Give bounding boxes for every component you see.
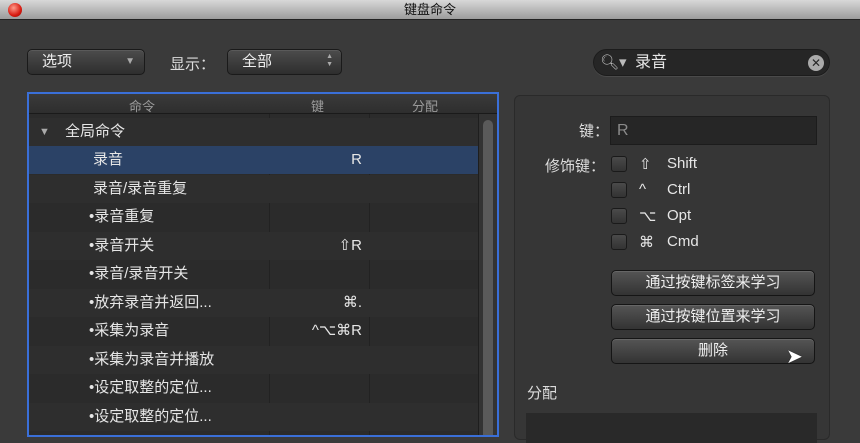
column-header-key[interactable]: 键 — [311, 96, 324, 115]
command-cell: •录音开关 — [89, 236, 155, 254]
modifier-symbol: ⌥ — [639, 208, 657, 225]
modifier-symbol: ⌘ — [639, 234, 654, 251]
search-input[interactable]: 录音 — [635, 50, 667, 75]
key-cell: R — [351, 151, 362, 168]
stepper-arrows-icon: ▲ ▼ — [326, 53, 333, 68]
scrollbar-thumb[interactable] — [483, 120, 493, 435]
modifier-symbol: ⇧ — [639, 156, 652, 173]
mouse-cursor-icon: ➤ — [786, 346, 803, 368]
table-row[interactable]: •设定取整的定位... — [29, 374, 478, 402]
key-field[interactable]: R — [610, 116, 817, 145]
table-row[interactable]: •录音重复 — [29, 203, 478, 231]
table-row[interactable]: •采集为录音并播放 — [29, 345, 478, 374]
options-popup[interactable]: 选项 ▼ — [27, 49, 145, 75]
modifier-ctrl-checkbox[interactable] — [611, 182, 627, 198]
table-row[interactable]: 录音 R — [29, 146, 478, 174]
table-row[interactable]: 录音/录音重复 — [29, 174, 478, 203]
window-title: 键盘命令 — [403, 2, 456, 17]
clear-search-icon[interactable]: ✕ — [808, 55, 824, 71]
assignment-label: 分配 — [527, 385, 558, 402]
search-icon: 🔍︎▾ — [600, 54, 627, 71]
show-value: 全部 — [242, 53, 273, 70]
key-detail-panel — [514, 95, 830, 440]
table-header: 命令 键 分配 — [29, 94, 497, 114]
search-field[interactable]: 🔍︎▾ 录音 ✕ — [593, 49, 830, 76]
modifier-symbol: ^ — [639, 181, 647, 198]
table-row[interactable]: •录音开关 ⇧R — [29, 231, 478, 260]
command-cell: 录音/录音重复 — [93, 179, 188, 197]
table-row[interactable]: •录音/录音开关 — [29, 260, 478, 288]
modifier-cmd-checkbox[interactable] — [611, 234, 627, 250]
modifier-opt-checkbox[interactable] — [611, 208, 627, 224]
key-cell: ⇧R — [338, 236, 362, 254]
key-cell: ^⌥⌘R — [311, 322, 362, 339]
modifier-label: 修饰键： — [545, 158, 606, 175]
modifier-name: Ctrl — [667, 181, 691, 198]
chevron-down-icon: ▼ — [125, 56, 135, 67]
command-cell: •设定取整的定位... — [89, 379, 212, 396]
table-row[interactable]: •设定取整的定位... — [29, 402, 478, 431]
command-cell: •设定取整的定位... — [89, 407, 212, 425]
command-cell: •采集为录音并播放 — [89, 350, 215, 368]
command-cell: •录音重复 — [89, 208, 155, 225]
column-header-assignment[interactable]: 分配 — [412, 96, 438, 115]
disclosure-triangle-icon[interactable]: ▼ — [39, 118, 50, 146]
group-row[interactable]: ▼ 全局命令 — [29, 118, 478, 146]
group-label: 全局命令 — [65, 123, 126, 140]
learn-by-position-button[interactable]: 通过按键位置来学习 — [611, 304, 815, 330]
show-label: 显示： — [170, 56, 216, 73]
command-cell: •采集为录音 — [89, 322, 170, 339]
modifier-shift-checkbox[interactable] — [611, 156, 627, 172]
commands-table: 命令 键 分配 ▼ 全局命令 录音 R 录音/录音重复 •录音重复 •录音开关 ⇧R •录音… — [27, 92, 499, 437]
assignment-list — [526, 413, 817, 443]
options-label: 选项 — [42, 53, 73, 70]
scrollbar[interactable] — [478, 114, 497, 435]
modifier-name: Opt — [667, 207, 692, 224]
learn-by-label-button[interactable]: 通过按键标签来学习 — [611, 270, 815, 296]
column-header-command[interactable]: 命令 — [129, 96, 155, 115]
modifier-name: Cmd — [667, 233, 699, 250]
command-cell: 录音 — [93, 151, 124, 168]
command-cell: •放弃录音并返回... — [89, 293, 212, 311]
key-cell: ⌘. — [342, 293, 362, 311]
delete-button[interactable]: 删除 — [611, 338, 815, 364]
table-row[interactable]: •放弃录音并返回... ⌘. — [29, 288, 478, 317]
modifier-name: Shift — [667, 155, 698, 172]
title-bar: 键盘命令 — [0, 0, 860, 20]
table-row[interactable]: •采集为录音 ^⌥⌘R — [29, 317, 478, 345]
show-popup[interactable]: 全部 ▲ ▼ — [227, 49, 342, 75]
close-button[interactable] — [8, 3, 22, 17]
key-label: 键： — [579, 123, 610, 140]
command-cell: •录音/录音开关 — [89, 265, 189, 282]
